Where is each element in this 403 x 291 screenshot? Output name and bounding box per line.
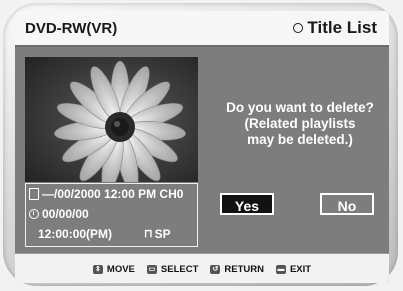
unlock-icon: ⊓ — [144, 228, 153, 240]
screen-title-text: Title List — [307, 18, 377, 37]
yes-button[interactable]: Yes — [220, 193, 274, 215]
record-date2: 00/00/00 — [42, 207, 89, 221]
footer-help-bar: ⇕ MOVE ▭ SELECT ↺ RETURN ▬ EXIT — [15, 253, 389, 283]
no-button[interactable]: No — [320, 193, 374, 215]
footer-return: ↺ RETURN — [210, 264, 264, 275]
enter-icon: ▭ — [146, 264, 157, 274]
header-bar: DVD-RW(VR) Title List — [15, 11, 389, 47]
info-row-mode: ⊓ SP — [144, 226, 171, 242]
circle-icon — [293, 23, 304, 33]
footer-exit-label: EXIT — [289, 263, 312, 275]
record-mode: SP — [154, 227, 171, 241]
record-datetime: —/00/2000 12:00 PM CH0 — [42, 187, 184, 201]
footer-move: ⇕ MOVE — [92, 263, 135, 275]
footer-return-label: RETURN — [224, 263, 264, 275]
info-row-date: —/00/2000 12:00 PM CH0 — [29, 186, 183, 202]
record-time: 12:00:00(PM) — [38, 227, 113, 241]
screen-title: Title List — [293, 18, 377, 38]
document-icon — [29, 188, 39, 200]
message-line-1: Do you want to delete? — [226, 100, 374, 115]
return-icon: ↺ — [210, 264, 221, 274]
footer-select: ▭ SELECT — [146, 263, 199, 275]
clock-icon — [29, 209, 39, 219]
title-thumbnail — [25, 57, 198, 182]
delete-confirm-message: Do you want to delete? (Related playlist… — [211, 100, 389, 148]
info-row-date2: 00/00/00 — [29, 206, 89, 222]
up-down-icon: ⇕ — [92, 264, 103, 274]
osd-screen: DVD-RW(VR) Title List —/00/2000 12:00 PM… — [15, 11, 389, 283]
exit-icon: ▬ — [275, 264, 286, 274]
footer-select-label: SELECT — [160, 263, 199, 275]
message-line-2: (Related playlists — [244, 116, 356, 131]
footer-exit: ▬ EXIT — [275, 263, 312, 275]
footer-move-label: MOVE — [106, 263, 135, 275]
recording-info-panel: —/00/2000 12:00 PM CH0 00/00/00 12:00:00… — [25, 183, 198, 247]
info-row-time: 12:00:00(PM) — [38, 226, 112, 242]
flower-image — [25, 57, 198, 182]
device-label: DVD-RW(VR) — [25, 20, 118, 37]
message-line-3: may be deleted.) — [247, 132, 353, 147]
